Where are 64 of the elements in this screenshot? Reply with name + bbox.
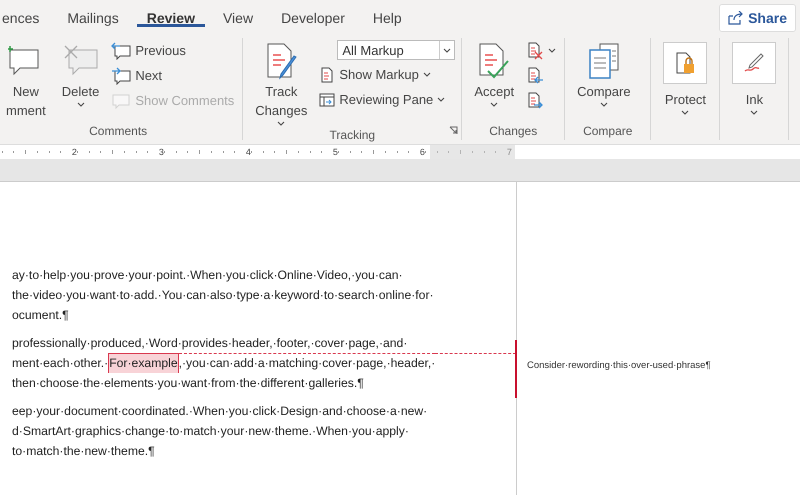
ribbon-tab[interactable]: View — [212, 0, 264, 26]
chevron-icon — [76, 102, 85, 107]
ruler-number: 2 — [72, 147, 77, 157]
reject-icon — [526, 42, 544, 60]
chevron-icon — [681, 110, 690, 115]
chevron-icon — [277, 121, 286, 126]
ribbon-tab[interactable]: Developer — [271, 0, 355, 26]
markup-dropdown[interactable]: All Markup — [337, 40, 456, 60]
previous-comment-icon — [111, 42, 132, 60]
ruler-number: 5 — [332, 147, 338, 157]
group-label: Changes — [489, 124, 538, 140]
ribbon-tab[interactable]: Mailings — [57, 0, 129, 26]
text-line: ocument.¶ — [12, 307, 69, 324]
text-line: then·choose·the·elements·you·want·from·the·different·galleries.¶ — [12, 375, 364, 392]
show-comments-icon — [111, 92, 132, 110]
ribbon-button[interactable]: Protect — [657, 38, 714, 124]
next-change-icon — [526, 92, 544, 110]
share-icon — [728, 11, 744, 25]
chevron-icon — [600, 102, 608, 107]
ribbon-tab[interactable]: Review — [136, 0, 205, 27]
ribbon-button[interactable]: Previous — [109, 40, 236, 61]
ribbon-button[interactable]: Reviewing Pane — [317, 89, 456, 110]
previous-change-icon — [526, 66, 544, 84]
comment-text[interactable]: Consider·rewording·this·over-used·phrase¶ — [517, 340, 800, 371]
chevron-icon — [437, 97, 446, 102]
ribbon-button[interactable]: Show Markup — [317, 64, 456, 85]
ribbon-button[interactable]: Track Changes — [249, 38, 314, 128]
commented-text: For·example — [108, 353, 179, 373]
ribbon-button[interactable]: Ink — [726, 38, 782, 124]
text-line: the·video·you·want·to·add.·You·can·also·type·a·keyword·to·search·online·for· — [12, 287, 434, 304]
document-icon — [319, 66, 336, 82]
text-line: ,·you·can·add·a·matching·cover·page,·header,· — [178, 353, 436, 373]
chevron-icon — [422, 72, 431, 77]
ruler-number: 7 — [506, 147, 512, 157]
ribbon-button[interactable]: Delete — [56, 38, 106, 124]
chevron-icon — [750, 110, 758, 115]
chevron-icon — [443, 48, 452, 52]
ribbon-button[interactable]: Compare — [571, 38, 637, 124]
ribbon-button[interactable]: Next — [109, 65, 236, 86]
ribbon-tab[interactable]: Help — [362, 0, 412, 26]
ruler-number: 3 — [158, 147, 164, 157]
text-line: d·SmartArt·graphics·change·to·match·your·new·theme.·When·you·apply· — [12, 423, 409, 440]
ribbon-button[interactable]: New mment — [0, 38, 52, 124]
ruler-number: 6 — [420, 147, 425, 157]
lock-document-icon — [674, 51, 696, 75]
text-line: professionally·produced,·Word·provides·header,·footer,·cover·page,·and· — [12, 335, 408, 352]
chevron-icon — [490, 102, 498, 107]
text-line: ment·each·other.· — [12, 355, 108, 372]
delete-comment-icon — [62, 44, 99, 78]
group-label: Comments — [89, 124, 148, 140]
comment-marker — [515, 340, 517, 398]
ruler-number: 4 — [246, 147, 251, 157]
chevron-icon — [548, 48, 556, 53]
text-line: eep·your·document·coordinated.·When·you·click·Design·and·choose·a·new· — [12, 403, 428, 420]
group-label: Compare — [583, 124, 632, 140]
group-label: Tracking — [330, 128, 376, 144]
dialog-launcher-icon[interactable] — [449, 126, 458, 135]
next-comment-icon — [111, 66, 132, 84]
ribbon-button[interactable]: Accept — [468, 38, 520, 124]
share-button[interactable]: Share — [719, 4, 796, 32]
text-line: to·match·the·new·theme.¶ — [12, 443, 155, 460]
text-line: ay·to·help·you·prove·your·point.·When·you·click·Online·Video,·you·can· — [12, 267, 403, 284]
ribbon-tab[interactable]: ences — [0, 0, 50, 26]
pane-icon — [319, 92, 336, 108]
